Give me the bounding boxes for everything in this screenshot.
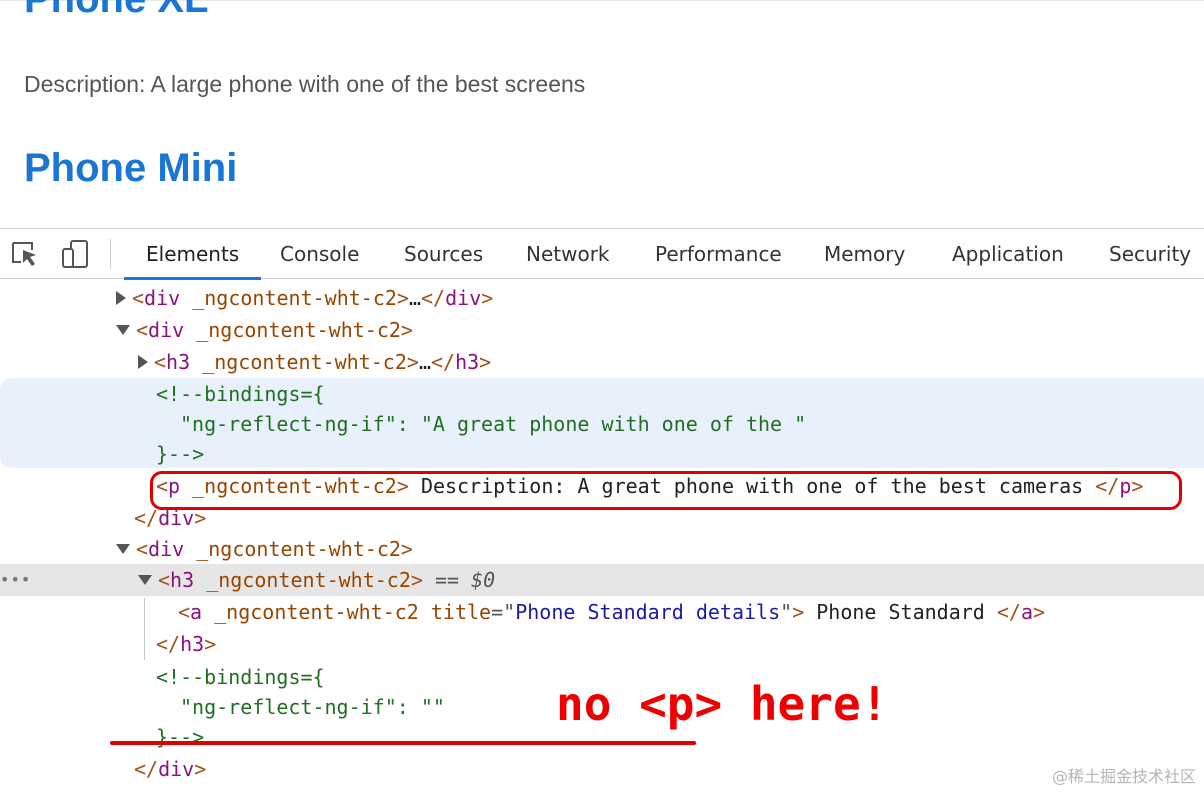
expand-arrow-icon[interactable]: [116, 290, 126, 305]
tab-security[interactable]: Security: [1087, 229, 1204, 279]
tree-node-p[interactable]: <p _ngcontent-wht-c2> Description: A gre…: [0, 470, 1204, 502]
comment-binding[interactable]: "ng-reflect-ng-if": "A great phone with …: [0, 408, 1204, 440]
tab-performance[interactable]: Performance: [633, 229, 804, 279]
device-toggle-icon[interactable]: [58, 237, 92, 271]
tab-application[interactable]: Application: [930, 229, 1086, 279]
tab-console[interactable]: Console: [258, 229, 381, 279]
inspect-element-icon[interactable]: [8, 237, 42, 271]
toolbar-separator: [110, 239, 111, 269]
tree-node-a[interactable]: <a _ngcontent-wht-c2 title="Phone Standa…: [0, 596, 1204, 628]
tab-memory[interactable]: Memory: [802, 229, 927, 279]
tree-node-div-expanded-2[interactable]: <div _ngcontent-wht-c2>: [0, 533, 1204, 565]
product-heading-mini[interactable]: Phone Mini: [24, 144, 237, 192]
tree-node-h3-collapsed[interactable]: <h3 _ngcontent-wht-c2>…</h3>: [0, 346, 1204, 378]
tree-node-div-close[interactable]: </div>: [0, 502, 1204, 534]
tab-elements[interactable]: Elements: [124, 229, 262, 280]
tree-node-h3-close[interactable]: </h3>: [0, 628, 1204, 660]
tab-network[interactable]: Network: [504, 229, 632, 279]
selected-marker: == $0: [434, 568, 496, 592]
devtools-toolbar: Elements Console Sources Network Perform…: [0, 228, 1204, 280]
tree-node-div-expanded[interactable]: <div _ngcontent-wht-c2>: [0, 314, 1204, 346]
comment-close[interactable]: }-->: [0, 438, 1204, 470]
collapse-arrow-icon[interactable]: [116, 324, 130, 335]
tab-sources[interactable]: Sources: [382, 229, 505, 279]
collapse-arrow-icon[interactable]: [138, 574, 152, 585]
annotation-underline: [110, 741, 696, 745]
watermark: @稀土掘金技术社区: [1051, 767, 1196, 786]
comment-open[interactable]: <!--bindings={: [0, 378, 1204, 410]
expand-arrow-icon[interactable]: [138, 354, 148, 369]
tree-node-div-close-2[interactable]: </div>: [0, 753, 1204, 785]
annotation-text: no <p> here!: [556, 677, 889, 731]
product-description: Description: A large phone with one of t…: [24, 71, 586, 97]
tree-node-div-collapsed[interactable]: <div _ngcontent-wht-c2>…</div>: [0, 282, 1204, 314]
page-preview: Phone XL Description: A large phone with…: [0, 0, 1204, 228]
collapse-arrow-icon[interactable]: [116, 543, 130, 554]
tree-node-h3-selected[interactable]: <h3 _ngcontent-wht-c2> == $0: [0, 564, 1204, 596]
product-heading-xl[interactable]: Phone XL: [24, 0, 208, 21]
